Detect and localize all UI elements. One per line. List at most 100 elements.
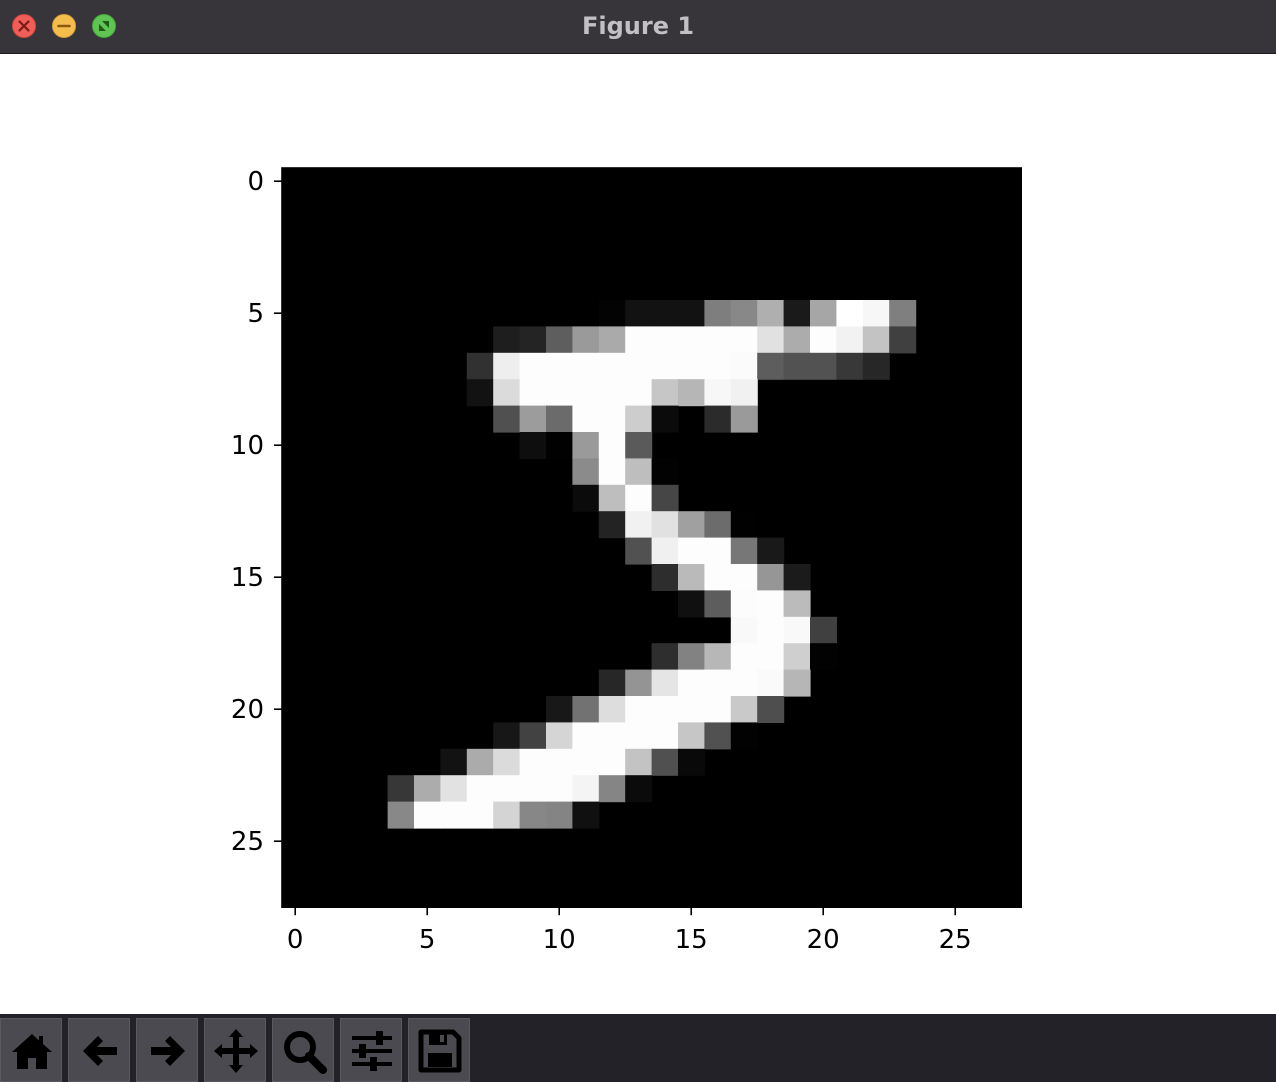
figure-canvas[interactable]: 0 5 10 15 20 25 0 5 10 15 20 25	[0, 55, 1276, 1014]
zoom-button[interactable]	[272, 1018, 334, 1082]
pixel-cell	[572, 696, 600, 723]
pixel-cell	[704, 564, 732, 591]
pixel-cell	[757, 616, 785, 644]
pixel-cell	[572, 458, 600, 486]
pixel-cell	[704, 511, 732, 539]
pixel-cell	[704, 326, 732, 354]
pixel-cell	[889, 300, 917, 327]
pixel-cell	[519, 352, 547, 380]
x-tick-label: 0	[287, 925, 304, 955]
pixel-cell	[572, 432, 600, 459]
pixel-cell	[466, 801, 494, 829]
pixel-cell	[546, 379, 573, 407]
pixel-cell	[546, 696, 573, 723]
pixel-cell	[730, 379, 758, 407]
home-icon	[12, 1034, 52, 1069]
pixel-cell	[678, 511, 705, 539]
y-tick-label: 5	[247, 299, 264, 329]
pixel-cell	[704, 405, 732, 433]
sliders-icon	[352, 1031, 392, 1071]
pixel-cell	[651, 326, 679, 354]
pixel-cell	[625, 669, 653, 697]
pixel-cell	[810, 643, 837, 671]
pixel-cell	[678, 564, 705, 591]
pixel-cell	[704, 696, 732, 723]
pixel-cell	[546, 432, 573, 459]
configure-subplots-button[interactable]	[340, 1018, 402, 1082]
pixel-cell	[493, 326, 521, 354]
pixel-cell	[678, 669, 705, 697]
pixel-cell	[598, 696, 626, 723]
save-button[interactable]	[408, 1018, 470, 1082]
pixel-cell	[466, 748, 494, 776]
pixel-cell	[414, 801, 441, 829]
pixel-cell	[572, 722, 600, 750]
pixel-cell	[598, 352, 626, 380]
pixel-cell	[572, 748, 600, 776]
pixel-cell	[519, 722, 547, 750]
pixel-cell	[783, 326, 811, 354]
pixel-cell	[546, 326, 573, 354]
pixel-cell	[651, 405, 679, 433]
image-heatmap	[282, 168, 1022, 908]
pixel-cell	[572, 484, 600, 512]
pixel-cell	[678, 352, 705, 380]
pixel-cell	[625, 748, 653, 776]
home-button[interactable]	[0, 1018, 62, 1082]
pixel-cell	[519, 775, 547, 803]
pixel-cell	[625, 326, 653, 354]
pixel-cell	[730, 722, 758, 750]
pixel-cell	[625, 696, 653, 723]
pixel-cell	[598, 458, 626, 486]
pixel-cell	[598, 432, 626, 459]
pixel-cell	[730, 537, 758, 565]
pixel-cell	[651, 300, 679, 327]
pixel-cell	[651, 669, 679, 697]
pixel-cell	[493, 352, 521, 380]
arrow-left-icon	[83, 1036, 117, 1066]
arrow-right-icon	[151, 1036, 185, 1066]
back-button[interactable]	[68, 1018, 130, 1082]
y-tick-label: 0	[247, 167, 264, 197]
pixel-cell	[546, 801, 573, 829]
pixel-cell	[678, 643, 705, 671]
pixel-cell	[625, 300, 653, 327]
pixel-cell	[730, 511, 758, 539]
pixel-cell	[625, 537, 653, 565]
pixel-cell	[730, 669, 758, 697]
pixel-cell	[519, 801, 547, 829]
move-icon	[214, 1029, 258, 1073]
x-axis: 0 5 10 15 20 25	[287, 907, 972, 955]
pan-button[interactable]	[204, 1018, 266, 1082]
magnifier-icon	[284, 1031, 327, 1074]
pixel-cell	[546, 748, 573, 776]
pixel-cell	[598, 775, 626, 803]
pixel-cell	[836, 326, 864, 354]
pixel-cell	[651, 352, 679, 380]
pixel-cell	[546, 775, 573, 803]
pixel-cell	[625, 352, 653, 380]
pixel-cell	[598, 669, 626, 697]
pixel-cell	[651, 748, 679, 776]
window-title: Figure 1	[581, 12, 695, 40]
pixel-cell	[757, 537, 785, 565]
pixel-cell	[546, 722, 573, 750]
pixel-cell	[862, 326, 890, 354]
pixel-cell	[810, 326, 837, 354]
pixel-cell	[889, 326, 917, 354]
pixel-cell	[493, 405, 521, 433]
pixel-cell	[519, 432, 547, 459]
pixel-cell	[572, 352, 600, 380]
pixel-cell	[598, 300, 626, 327]
pixel-cell	[598, 484, 626, 512]
pixel-cell	[387, 801, 415, 829]
pixel-cell	[466, 775, 494, 803]
pixel-cell	[862, 352, 890, 380]
pixel-cell	[651, 696, 679, 723]
pixel-cell	[625, 775, 653, 803]
pixel-cell	[704, 643, 732, 671]
pixel-cell	[783, 590, 811, 618]
pixel-cell	[678, 590, 705, 618]
forward-button[interactable]	[136, 1018, 198, 1082]
pixel-cell	[651, 379, 679, 407]
